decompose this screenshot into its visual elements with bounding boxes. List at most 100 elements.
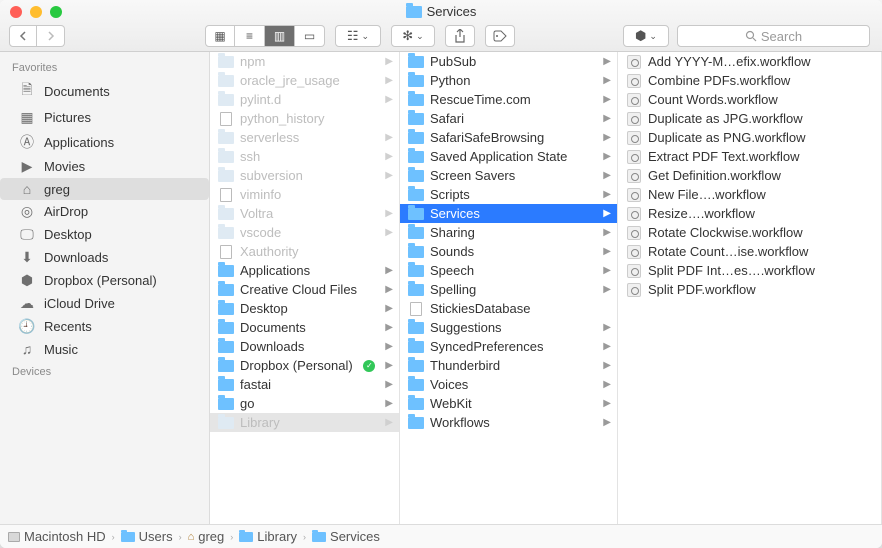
icon-view-button[interactable]: ▦: [205, 25, 235, 47]
search-field[interactable]: Search: [677, 25, 870, 47]
file-label: SafariSafeBrowsing: [430, 130, 544, 145]
file-row[interactable]: Sounds▶: [400, 242, 617, 261]
file-row[interactable]: oracle_jre_usage▶: [210, 71, 399, 90]
sidebar-item-movies[interactable]: ▶Movies: [0, 155, 209, 178]
file-row[interactable]: SafariSafeBrowsing▶: [400, 128, 617, 147]
file-row[interactable]: Dropbox (Personal)✓▶: [210, 356, 399, 375]
file-row[interactable]: fastai▶: [210, 375, 399, 394]
workflow-icon: [626, 169, 642, 183]
file-row[interactable]: RescueTime.com▶: [400, 90, 617, 109]
file-row[interactable]: Scripts▶: [400, 185, 617, 204]
file-row[interactable]: Creative Cloud Files▶: [210, 280, 399, 299]
file-row[interactable]: Library▶: [210, 413, 399, 432]
file-row[interactable]: SyncedPreferences▶: [400, 337, 617, 356]
file-row[interactable]: Duplicate as PNG.workflow: [618, 128, 881, 147]
file-row[interactable]: Downloads▶: [210, 337, 399, 356]
folder-icon: [218, 360, 234, 372]
file-row[interactable]: Split PDF.workflow: [618, 280, 881, 299]
path-segment[interactable]: Services: [312, 529, 380, 544]
file-row[interactable]: Applications▶: [210, 261, 399, 280]
file-row[interactable]: Resize….workflow: [618, 204, 881, 223]
column-2[interactable]: PubSub▶Python▶RescueTime.com▶Safari▶Safa…: [400, 52, 618, 524]
file-row[interactable]: subversion▶: [210, 166, 399, 185]
file-row[interactable]: Voltra▶: [210, 204, 399, 223]
back-button[interactable]: [9, 25, 37, 47]
file-row[interactable]: Combine PDFs.workflow: [618, 71, 881, 90]
sidebar-item-greg[interactable]: ⌂greg: [0, 178, 209, 200]
file-row[interactable]: Safari▶: [400, 109, 617, 128]
sidebar-item-icloud-drive[interactable]: ☁iCloud Drive: [0, 292, 209, 315]
sidebar-item-downloads[interactable]: ⬇Downloads: [0, 246, 209, 269]
file-row[interactable]: Count Words.workflow: [618, 90, 881, 109]
file-row[interactable]: Xauthority: [210, 242, 399, 261]
file-row[interactable]: Voices▶: [400, 375, 617, 394]
share-button[interactable]: [445, 25, 475, 47]
file-row[interactable]: Get Definition.workflow: [618, 166, 881, 185]
arrange-button[interactable]: ☷⌄: [335, 25, 381, 47]
sidebar-item-pictures[interactable]: ▦Pictures: [0, 106, 209, 129]
file-row[interactable]: Python▶: [400, 71, 617, 90]
column-view-button[interactable]: ▥: [265, 25, 295, 47]
file-row[interactable]: vscode▶: [210, 223, 399, 242]
file-row[interactable]: Workflows▶: [400, 413, 617, 432]
file-row[interactable]: Saved Application State▶: [400, 147, 617, 166]
file-row[interactable]: python_history: [210, 109, 399, 128]
sidebar-item-dropbox-personal-[interactable]: ⬢Dropbox (Personal): [0, 269, 209, 292]
file-row[interactable]: Speech▶: [400, 261, 617, 280]
sidebar-item-recents[interactable]: 🕘Recents: [0, 315, 209, 338]
sidebar-item-documents[interactable]: 🗎Documents: [0, 76, 209, 106]
file-row[interactable]: go▶: [210, 394, 399, 413]
file-row[interactable]: WebKit▶: [400, 394, 617, 413]
path-segment[interactable]: Library: [239, 529, 297, 544]
path-separator-icon: ›: [179, 532, 182, 542]
file-row[interactable]: Duplicate as JPG.workflow: [618, 109, 881, 128]
folder-icon: [408, 379, 424, 391]
file-row[interactable]: StickiesDatabase: [400, 299, 617, 318]
column-3[interactable]: Add YYYY-M…efix.workflowCombine PDFs.wor…: [618, 52, 882, 524]
path-segment[interactable]: Users: [121, 529, 173, 544]
disclosure-arrow-icon: ▶: [385, 151, 393, 162]
action-button[interactable]: ✻⌄: [391, 25, 435, 47]
folder-icon: [408, 189, 424, 201]
file-label: Workflows: [430, 415, 490, 430]
file-row[interactable]: Spelling▶: [400, 280, 617, 299]
sidebar-item-airdrop[interactable]: ◎AirDrop: [0, 200, 209, 223]
sidebar-item-music[interactable]: ♫Music: [0, 338, 209, 360]
disclosure-arrow-icon: ▶: [603, 341, 611, 352]
file-row[interactable]: Documents▶: [210, 318, 399, 337]
file-row[interactable]: Split PDF Int…es….workflow: [618, 261, 881, 280]
file-row[interactable]: Screen Savers▶: [400, 166, 617, 185]
sidebar-item-desktop[interactable]: 🖵Desktop: [0, 223, 209, 246]
file-row[interactable]: Suggestions▶: [400, 318, 617, 337]
file-row[interactable]: Services▶: [400, 204, 617, 223]
file-row[interactable]: Rotate Count…ise.workflow: [618, 242, 881, 261]
sidebar-item-applications[interactable]: ⒶApplications: [0, 129, 209, 155]
disclosure-arrow-icon: ▶: [385, 303, 393, 314]
path-segment[interactable]: Macintosh HD: [8, 529, 106, 544]
file-row[interactable]: Desktop▶: [210, 299, 399, 318]
file-row[interactable]: Thunderbird▶: [400, 356, 617, 375]
file-row[interactable]: Sharing▶: [400, 223, 617, 242]
tags-button[interactable]: [485, 25, 515, 47]
file-row[interactable]: pylint.d▶: [210, 90, 399, 109]
file-label: Duplicate as JPG.workflow: [648, 111, 803, 126]
folder-icon: [218, 398, 234, 410]
forward-button[interactable]: [37, 25, 65, 47]
path-segment[interactable]: ⌂greg: [188, 529, 225, 544]
file-row[interactable]: Rotate Clockwise.workflow: [618, 223, 881, 242]
file-row[interactable]: ssh▶: [210, 147, 399, 166]
gallery-view-button[interactable]: ▭: [295, 25, 325, 47]
folder-icon: [239, 532, 253, 542]
dropbox-button[interactable]: ⬢⌄: [623, 25, 669, 47]
file-label: Suggestions: [430, 320, 502, 335]
file-row[interactable]: New File….workflow: [618, 185, 881, 204]
list-view-button[interactable]: ≡: [235, 25, 265, 47]
file-row[interactable]: serverless▶: [210, 128, 399, 147]
file-row[interactable]: PubSub▶: [400, 52, 617, 71]
file-row[interactable]: npm▶: [210, 52, 399, 71]
dropbox-icon: ⬢: [635, 28, 646, 44]
file-row[interactable]: Add YYYY-M…efix.workflow: [618, 52, 881, 71]
file-row[interactable]: Extract PDF Text.workflow: [618, 147, 881, 166]
column-1[interactable]: npm▶oracle_jre_usage▶pylint.d▶python_his…: [210, 52, 400, 524]
file-row[interactable]: viminfo: [210, 185, 399, 204]
